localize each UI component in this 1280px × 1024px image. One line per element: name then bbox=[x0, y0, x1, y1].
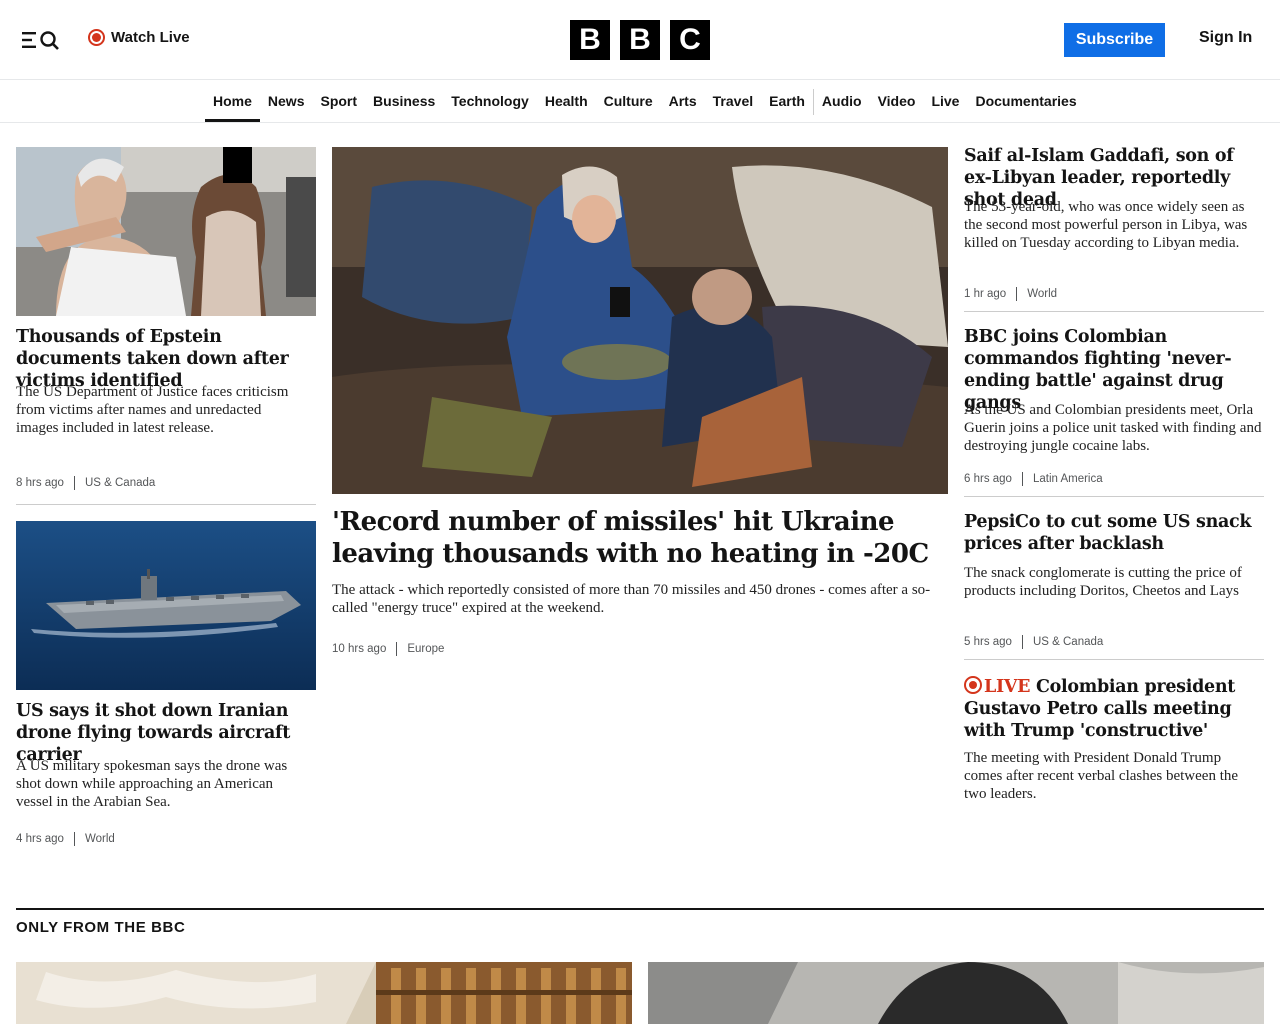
nav-item-home[interactable]: Home bbox=[205, 81, 260, 122]
epstein-story-image[interactable] bbox=[16, 147, 316, 316]
logo-letter: C bbox=[670, 20, 710, 60]
nav-item-news[interactable]: News bbox=[260, 81, 313, 122]
category-link[interactable]: Europe bbox=[397, 643, 444, 655]
epstein-meta: 8 hrs ago US & Canada bbox=[16, 476, 155, 490]
pepsico-meta: 5 hrs ago US & Canada bbox=[964, 635, 1103, 649]
lead-headline[interactable]: 'Record number of missiles' hit Ukraine … bbox=[332, 506, 932, 570]
library-story-image[interactable] bbox=[16, 962, 632, 1024]
lead-summary: The attack - which reportedly consisted … bbox=[332, 582, 931, 616]
section-title: ONLY FROM THE BBC bbox=[16, 919, 186, 936]
portrait-story-image[interactable] bbox=[648, 962, 1264, 1024]
timestamp: 6 hrs ago bbox=[964, 473, 1012, 485]
nav-item-technology[interactable]: Technology bbox=[443, 81, 537, 122]
live-icon bbox=[964, 676, 982, 694]
watch-live-label: Watch Live bbox=[111, 29, 190, 46]
drone-meta: 4 hrs ago World bbox=[16, 832, 115, 846]
nav-item-culture[interactable]: Culture bbox=[596, 81, 661, 122]
drone-summary: A US military spokesman says the drone w… bbox=[16, 758, 288, 810]
nav-item-video[interactable]: Video bbox=[870, 81, 924, 122]
nav-item-arts[interactable]: Arts bbox=[661, 81, 705, 122]
story-divider bbox=[16, 504, 316, 505]
nav-item-health[interactable]: Health bbox=[537, 81, 596, 122]
main-nav: Home News Sport Business Technology Heal… bbox=[0, 81, 1280, 123]
epstein-summary: The US Department of Justice faces criti… bbox=[16, 384, 289, 436]
pepsico-headline[interactable]: PepsiCo to cut some US snack prices afte… bbox=[964, 511, 1264, 555]
petro-summary: The meeting with President Donald Trump … bbox=[964, 750, 1239, 802]
nav-item-documentaries[interactable]: Documentaries bbox=[967, 81, 1084, 122]
live-icon bbox=[88, 29, 105, 46]
category-link[interactable]: US & Canada bbox=[75, 477, 155, 489]
top-bar: Watch Live B B C Subscribe Sign In bbox=[0, 0, 1280, 80]
live-badge: LIVE bbox=[964, 676, 1031, 697]
timestamp: 1 hr ago bbox=[964, 288, 1007, 300]
lead-meta: 10 hrs ago Europe bbox=[332, 642, 444, 656]
nav-item-sport[interactable]: Sport bbox=[312, 81, 365, 122]
story-divider bbox=[964, 659, 1264, 660]
nav-item-travel[interactable]: Travel bbox=[705, 81, 761, 122]
nav-item-earth[interactable]: Earth bbox=[761, 81, 813, 122]
pepsico-summary: The snack conglomerate is cutting the pr… bbox=[964, 565, 1242, 599]
timestamp: 10 hrs ago bbox=[332, 643, 387, 655]
bbc-logo[interactable]: B B C bbox=[570, 20, 710, 60]
story-divider bbox=[964, 496, 1264, 497]
timestamp: 4 hrs ago bbox=[16, 833, 64, 845]
ukraine-lead-image[interactable] bbox=[332, 147, 948, 494]
subscribe-button[interactable]: Subscribe bbox=[1064, 23, 1165, 57]
petro-headline[interactable]: LIVE Colombian president Gustavo Petro c… bbox=[964, 674, 1264, 742]
live-badge-label: LIVE bbox=[984, 677, 1031, 697]
gaddafi-summary: The 53-year-old, who was once widely see… bbox=[964, 199, 1248, 251]
nav-item-business[interactable]: Business bbox=[365, 81, 443, 122]
nav-item-live[interactable]: Live bbox=[923, 81, 967, 122]
logo-letter: B bbox=[570, 20, 610, 60]
colombia-commandos-meta: 6 hrs ago Latin America bbox=[964, 472, 1103, 486]
gaddafi-meta: 1 hr ago World bbox=[964, 287, 1057, 301]
aircraft-carrier-image[interactable] bbox=[16, 521, 316, 690]
nav-item-audio[interactable]: Audio bbox=[814, 81, 870, 122]
section-rule bbox=[16, 908, 1264, 910]
category-link[interactable]: World bbox=[75, 833, 115, 845]
timestamp: 8 hrs ago bbox=[16, 477, 64, 489]
category-link[interactable]: Latin America bbox=[1023, 473, 1103, 485]
category-link[interactable]: World bbox=[1017, 288, 1057, 300]
watch-live-link[interactable]: Watch Live bbox=[88, 29, 190, 46]
story-divider bbox=[964, 311, 1264, 312]
timestamp: 5 hrs ago bbox=[964, 636, 1012, 648]
sign-in-link[interactable]: Sign In bbox=[1199, 29, 1252, 47]
menu-search-icon[interactable] bbox=[20, 28, 62, 52]
logo-letter: B bbox=[620, 20, 660, 60]
colombia-commandos-summary: As the US and Colombian presidents meet,… bbox=[964, 402, 1262, 454]
category-link[interactable]: US & Canada bbox=[1023, 636, 1103, 648]
